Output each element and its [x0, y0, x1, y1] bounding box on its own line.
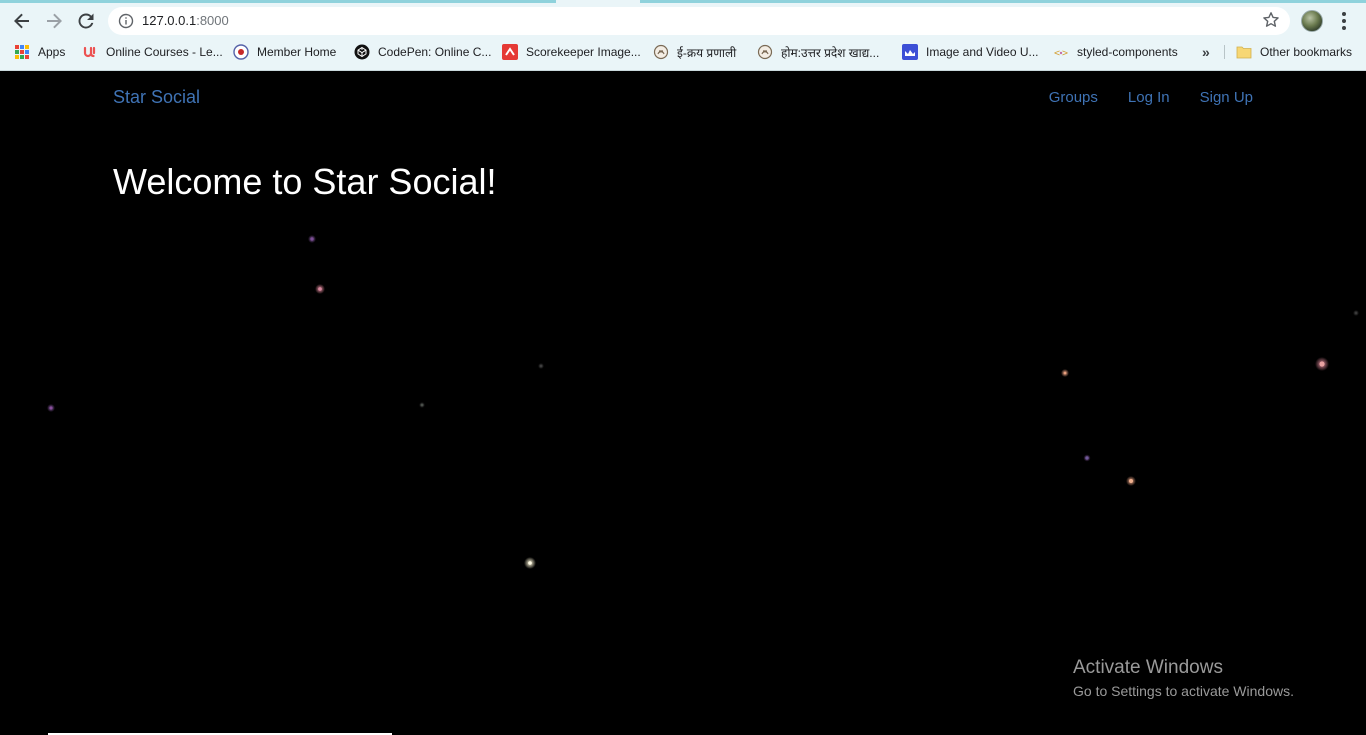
udemy-icon [82, 44, 98, 60]
browser-chrome: 127.0.0.1:8000 Apps Online Courses - Le.… [0, 0, 1366, 71]
address-bar[interactable]: 127.0.0.1:8000 [108, 7, 1290, 35]
star [1354, 311, 1358, 315]
star [318, 287, 322, 291]
url-text: 127.0.0.1:8000 [142, 13, 229, 28]
windows-activation-watermark: Activate Windows Go to Settings to activ… [1073, 657, 1294, 699]
bookmarks-divider [1224, 45, 1225, 59]
reload-icon [78, 13, 94, 29]
bookmark-apps[interactable]: Apps [14, 40, 65, 64]
other-bookmarks-folder[interactable]: Other bookmarks [1236, 40, 1352, 64]
watermark-title: Activate Windows [1073, 657, 1223, 678]
forward-arrow-icon [47, 13, 62, 29]
apps-grid-icon [14, 44, 30, 60]
bookmark-image-video-upload[interactable]: Image and Video U... [902, 40, 1039, 64]
bookmark-label: होम:उत्तर प्रदेश खाद्य... [781, 45, 880, 60]
nav-groups-link[interactable]: Groups [1049, 89, 1098, 106]
bookmark-styled-components[interactable]: < > styled-components [1053, 40, 1178, 64]
bookmark-label: Image and Video U... [926, 45, 1039, 59]
bookmark-star-icon[interactable] [1262, 11, 1280, 29]
bookmark-label: CodePen: Online C... [378, 45, 492, 59]
brand-link[interactable]: Star Social [113, 87, 200, 108]
nav-signup-link[interactable]: Sign Up [1200, 89, 1253, 106]
scorekeeper-icon [502, 44, 518, 60]
bookmark-up-food[interactable]: होम:उत्तर प्रदेश खाद्य... [757, 40, 879, 64]
bookmark-online-courses[interactable]: Online Courses - Le... [82, 40, 223, 64]
top-nav: Groups Log In Sign Up [1049, 89, 1253, 106]
star [1129, 479, 1133, 483]
browser-toolbar: 127.0.0.1:8000 [0, 4, 1366, 38]
nav-login-link[interactable]: Log In [1128, 89, 1170, 106]
reload-button[interactable] [72, 7, 100, 35]
bookmark-label: Other bookmarks [1260, 45, 1353, 59]
star [1085, 456, 1089, 460]
bookmark-codepen[interactable]: CodePen: Online C... [354, 40, 491, 64]
url-port: :8000 [196, 13, 229, 28]
bookmark-label: Member Home [257, 45, 337, 59]
folder-icon [1236, 44, 1252, 60]
star [539, 364, 543, 368]
emblem-icon [757, 44, 773, 60]
star [1063, 371, 1067, 375]
watermark-subtitle: Go to Settings to activate Windows. [1073, 683, 1294, 699]
back-arrow-icon [14, 13, 29, 29]
image-upload-icon [902, 44, 918, 60]
star [310, 237, 314, 241]
svg-text:<: < [1054, 48, 1060, 59]
star [528, 561, 532, 565]
info-icon[interactable] [118, 13, 134, 29]
page-content: Star Social Groups Log In Sign Up Welcom… [0, 71, 1366, 735]
bookmark-label: Apps [38, 45, 66, 59]
star [420, 403, 424, 407]
bookmark-label: Scorekeeper Image... [526, 45, 641, 59]
svg-text:>: > [1062, 48, 1068, 59]
star [1319, 361, 1325, 367]
tab-strip [0, 0, 1366, 3]
bookmark-label: Online Courses - Le... [106, 45, 223, 59]
bookmark-label: styled-components [1077, 45, 1178, 59]
forward-button[interactable] [40, 7, 68, 35]
browser-menu-icon[interactable] [1336, 10, 1352, 32]
emblem-icon [653, 44, 669, 60]
bookmarks-bar: Apps Online Courses - Le... Member Home … [0, 40, 1366, 64]
profile-avatar[interactable] [1301, 10, 1323, 32]
page-title: Welcome to Star Social! [113, 161, 497, 202]
tab-strip-gap [556, 0, 640, 3]
bookmark-member-home[interactable]: Member Home [233, 40, 336, 64]
star [49, 406, 53, 410]
bookmark-e-kray[interactable]: ई-क्रय प्रणाली [653, 40, 736, 64]
styled-components-icon: < > [1053, 44, 1069, 60]
back-button[interactable] [8, 7, 36, 35]
bookmark-label: ई-क्रय प्रणाली [677, 45, 737, 60]
more-bookmarks-button[interactable]: » [1202, 40, 1210, 64]
member-seal-icon [233, 44, 249, 60]
codepen-icon [354, 44, 370, 60]
url-host: 127.0.0.1 [142, 13, 197, 28]
bookmark-scorekeeper[interactable]: Scorekeeper Image... [502, 40, 641, 64]
